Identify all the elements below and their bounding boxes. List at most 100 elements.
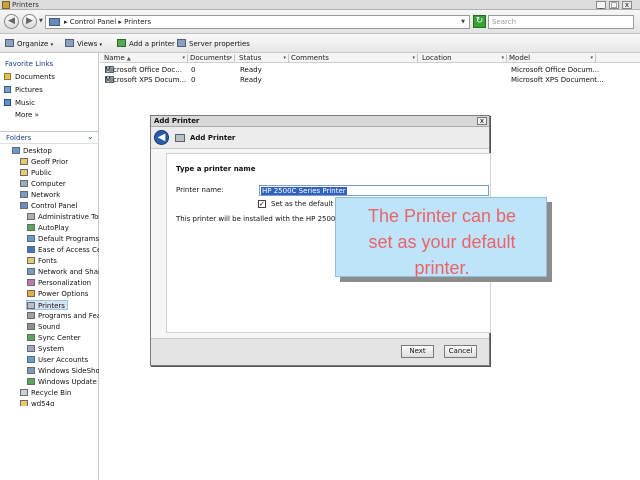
tree-item-desktop[interactable]: Desktop bbox=[12, 146, 52, 156]
tree-item-sync-center[interactable]: Sync Center bbox=[27, 333, 81, 343]
maximize-button[interactable]: □ bbox=[609, 1, 619, 9]
documents-cell: 0 bbox=[191, 66, 196, 74]
filter-dropdown-icon[interactable]: ▾ bbox=[590, 54, 593, 62]
favorite-music[interactable]: Music bbox=[4, 99, 35, 107]
favorite-pictures[interactable]: Pictures bbox=[4, 86, 43, 94]
tree-item-recycle-bin[interactable]: Recycle Bin bbox=[20, 388, 71, 398]
tree-item-ease-of-access[interactable]: Ease of Access Cen bbox=[27, 245, 99, 255]
column-comments[interactable]: Comments ▾ bbox=[291, 54, 418, 62]
title-bar: Printers _ □ x bbox=[0, 0, 640, 10]
organize-menu[interactable]: Organize ▾ bbox=[5, 39, 53, 48]
tree-item-personalization[interactable]: Personalization bbox=[27, 278, 91, 288]
power-options-icon bbox=[27, 290, 35, 297]
organize-dropdown-icon: ▾ bbox=[50, 42, 54, 48]
folder-tree: Desktop Geoff Prior Public Computer Netw… bbox=[0, 146, 99, 406]
printer-name-input[interactable]: HP 2500C Series Printer bbox=[259, 185, 489, 196]
ease-of-access-icon bbox=[27, 246, 35, 253]
tree-item-computer[interactable]: Computer bbox=[20, 179, 66, 189]
command-bar: Organize ▾ Views ▾ Add a printer Server … bbox=[0, 34, 640, 53]
filter-dropdown-icon[interactable]: ▾ bbox=[229, 54, 232, 62]
tree-label: Windows SideShow bbox=[38, 367, 99, 375]
minimize-button[interactable]: _ bbox=[596, 1, 606, 9]
organize-label: Organize bbox=[17, 40, 49, 48]
model-cell: Microsoft Office Docum... bbox=[511, 66, 600, 74]
tree-label: Sound bbox=[38, 323, 61, 331]
default-printer-checkbox[interactable]: ✓ bbox=[258, 200, 266, 208]
address-dropdown[interactable]: ▼ bbox=[461, 16, 465, 28]
column-name[interactable]: Name ▲ ▾ bbox=[104, 54, 188, 62]
tree-item-network-sharing[interactable]: Network and Sharin bbox=[27, 267, 99, 277]
back-button[interactable]: ◀ bbox=[4, 14, 19, 29]
tree-item-programs-features[interactable]: Programs and Featu bbox=[27, 311, 99, 321]
tree-item-power-options[interactable]: Power Options bbox=[27, 289, 88, 299]
column-label: Documents bbox=[190, 54, 230, 62]
tree-item-autoplay[interactable]: AutoPlay bbox=[27, 223, 69, 233]
status-cell: Ready bbox=[240, 76, 262, 84]
more-label: More bbox=[15, 111, 33, 119]
sync-center-icon bbox=[27, 334, 35, 341]
tree-item-wd54g[interactable]: wd54g bbox=[20, 399, 55, 406]
tree-item-control-panel[interactable]: Control Panel bbox=[20, 201, 77, 211]
server-properties-button[interactable]: Server properties bbox=[177, 39, 250, 48]
recent-pages-dropdown[interactable]: ▼ bbox=[39, 18, 43, 24]
table-row[interactable]: Microsoft Office Doc... 0 Ready Microsof… bbox=[103, 66, 638, 76]
folders-header[interactable]: Folders ⌄ bbox=[0, 131, 99, 144]
tree-label: User Accounts bbox=[38, 356, 89, 364]
model-cell: Microsoft XPS Document... bbox=[511, 76, 604, 84]
system-icon bbox=[27, 345, 35, 352]
cancel-button[interactable]: Cancel bbox=[444, 345, 477, 358]
table-row[interactable]: Microsoft XPS Docum... 0 Ready Microsoft… bbox=[103, 76, 638, 86]
tree-item-admin-tools[interactable]: Administrative Tools bbox=[27, 212, 99, 222]
tree-label: Sync Center bbox=[38, 334, 81, 342]
more-favorites-link[interactable]: More » bbox=[15, 111, 39, 119]
column-documents[interactable]: Documents ▾ bbox=[190, 54, 235, 62]
printer-name: Microsoft Office Doc... bbox=[105, 66, 182, 74]
filter-dropdown-icon[interactable]: ▾ bbox=[412, 54, 415, 62]
forward-button[interactable]: ▶ bbox=[22, 14, 37, 29]
tree-item-user-accounts[interactable]: User Accounts bbox=[27, 355, 88, 365]
fonts-icon bbox=[27, 257, 35, 264]
tree-item-network[interactable]: Network bbox=[20, 190, 60, 200]
tree-item-sound[interactable]: Sound bbox=[27, 322, 60, 332]
callout-text: The Printer can be set as your default p… bbox=[336, 203, 548, 281]
tree-item-sideshow[interactable]: Windows SideShow bbox=[27, 366, 99, 376]
tree-item-user[interactable]: Geoff Prior bbox=[20, 157, 68, 167]
filter-dropdown-icon[interactable]: ▾ bbox=[182, 54, 185, 62]
tree-label: Fonts bbox=[38, 257, 57, 265]
tree-label: Public bbox=[31, 169, 52, 177]
column-model[interactable]: Model ▾ bbox=[509, 54, 596, 62]
network-icon bbox=[20, 191, 28, 198]
tree-item-public[interactable]: Public bbox=[20, 168, 52, 178]
tree-label: Printers bbox=[38, 302, 65, 310]
close-button[interactable]: x bbox=[622, 1, 632, 9]
views-menu[interactable]: Views ▾ bbox=[65, 39, 102, 48]
filter-dropdown-icon[interactable]: ▾ bbox=[501, 54, 504, 62]
tree-item-printers[interactable]: Printers bbox=[26, 300, 68, 310]
tree-item-system[interactable]: System bbox=[27, 344, 64, 354]
tree-label: Windows Update bbox=[38, 378, 97, 386]
next-button[interactable]: Next bbox=[401, 345, 434, 358]
search-input[interactable]: Search bbox=[488, 15, 634, 29]
column-location[interactable]: Location ▾ bbox=[422, 54, 507, 62]
column-status[interactable]: Status ▾ bbox=[239, 54, 289, 62]
favorite-documents[interactable]: Documents bbox=[4, 73, 55, 81]
dialog-back-button[interactable]: ◀ bbox=[154, 130, 169, 145]
tree-item-default-programs[interactable]: Default Programs bbox=[27, 234, 99, 244]
tree-item-fonts[interactable]: Fonts bbox=[27, 256, 57, 266]
tree-label: Ease of Access Cen bbox=[38, 246, 99, 254]
folder-icon bbox=[20, 400, 28, 406]
tree-label: AutoPlay bbox=[38, 224, 69, 232]
tree-label: Network and Sharin bbox=[38, 268, 99, 276]
navigation-pane: Favorite Links Documents Pictures Music … bbox=[0, 53, 99, 480]
dialog-close-button[interactable]: x bbox=[477, 117, 487, 125]
tree-label: wd54g bbox=[31, 400, 55, 406]
address-field[interactable]: ▸ Control Panel ▸ Printers ▼ bbox=[45, 15, 470, 29]
add-printer-button[interactable]: Add a printer bbox=[117, 39, 175, 48]
filter-dropdown-icon[interactable]: ▾ bbox=[283, 54, 286, 62]
printer-icon bbox=[27, 302, 35, 309]
tree-item-windows-update[interactable]: Windows Update bbox=[27, 377, 97, 387]
tree-label: Control Panel bbox=[31, 202, 78, 210]
server-properties-icon bbox=[177, 39, 186, 47]
refresh-button[interactable]: ↻ bbox=[473, 15, 486, 28]
server-properties-label: Server properties bbox=[189, 40, 250, 48]
